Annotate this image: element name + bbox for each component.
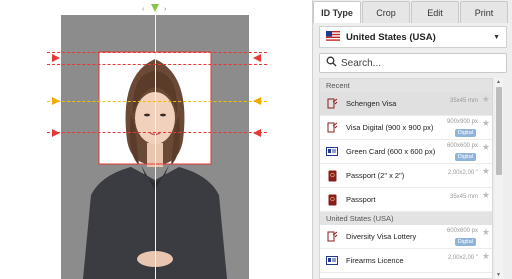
digital-badge: Digital (454, 153, 476, 161)
item-name: Firearms Licence (346, 256, 404, 265)
passport-stamp-icon (326, 122, 338, 134)
item-size: 600x600 px (446, 228, 478, 234)
country-dropdown[interactable]: United States (USA) ▼ (319, 26, 507, 48)
item-name: Diversity Visa Lottery (346, 232, 417, 241)
list-item-firearms-licence[interactable]: Firearms Licence 2,00x2,00 " ★ (320, 249, 492, 273)
right-chin-handle-icon[interactable] (251, 127, 263, 139)
list-item-schengen-visa[interactable]: Schengen Visa 35x45 mm ★ (320, 92, 492, 116)
us-flag-icon (326, 28, 340, 46)
top-crop-guide (47, 52, 267, 53)
list-item-visa-digital[interactable]: Visa Digital (900 x 900 px) 900x900 px D… (320, 116, 492, 140)
item-name: Green Card (600 x 600 px) (346, 147, 436, 156)
star-icon[interactable]: ★ (482, 227, 490, 238)
handle-right-arrow-icon: › (164, 6, 167, 13)
id-card-icon (326, 255, 338, 267)
passport-stamp-icon (326, 231, 338, 243)
scroll-down-icon[interactable]: ▼ (496, 272, 501, 278)
star-icon[interactable]: ★ (482, 94, 490, 105)
eye-line-guide (47, 101, 267, 102)
right-top-handle-icon[interactable] (251, 52, 263, 64)
tab-print[interactable]: Print (460, 1, 508, 23)
chin-guide (47, 132, 267, 133)
country-label: United States (USA) (346, 31, 436, 43)
list-item-passport-2x2[interactable]: Passport (2" x 2") 2,00x2,00 " ★ (320, 164, 492, 188)
digital-badge: Digital (454, 129, 476, 137)
passport-stamp-icon (326, 98, 338, 110)
list-item-green-card[interactable]: Green Card (600 x 600 px) 600x600 px Dig… (320, 140, 492, 164)
list-scrollbar[interactable]: ▲ ▼ (495, 78, 503, 279)
tab-edit[interactable]: Edit (411, 1, 459, 23)
passport-icon (326, 170, 338, 182)
right-eye-handle-icon[interactable] (251, 95, 263, 107)
star-icon[interactable]: ★ (482, 251, 490, 262)
item-size: 35x45 mm (449, 194, 478, 200)
star-icon[interactable]: ★ (482, 142, 490, 153)
photo-editor: ‹ › (0, 0, 312, 279)
app-window: ‹ › ID Type Crop Edit Print United State… (0, 0, 512, 279)
star-icon[interactable]: ★ (482, 166, 490, 177)
tab-id-type[interactable]: ID Type (313, 1, 361, 23)
section-header-usa: United States (USA) (320, 212, 492, 225)
left-eye-handle-icon[interactable] (50, 95, 62, 107)
left-chin-handle-icon[interactable] (50, 127, 62, 139)
crown-guide (47, 64, 267, 65)
item-size: 2,00x2,00 " (447, 255, 478, 261)
list-item-passport[interactable]: Passport 35x45 mm ★ (320, 188, 492, 212)
center-vertical-guide (155, 14, 156, 279)
passport-icon (326, 194, 338, 206)
side-panel: ID Type Crop Edit Print United States (U… (312, 0, 512, 279)
handle-left-arrow-icon: ‹ (142, 6, 145, 13)
item-name: Passport (2" x 2") (346, 171, 405, 180)
list-item-diversity-visa-lottery[interactable]: Diversity Visa Lottery 600x600 px Digita… (320, 225, 492, 249)
search-icon (326, 54, 337, 72)
star-icon[interactable]: ★ (482, 190, 490, 201)
tab-bar: ID Type Crop Edit Print (313, 1, 512, 23)
star-icon[interactable]: ★ (482, 118, 490, 129)
item-name: Visa Digital (900 x 900 px) (346, 123, 434, 132)
center-handle-icon[interactable] (149, 2, 161, 14)
item-size: 2,00x2,00 " (447, 170, 478, 176)
search-input[interactable] (341, 57, 501, 69)
tab-crop[interactable]: Crop (362, 1, 410, 23)
item-size: 35x45 mm (449, 98, 478, 104)
digital-badge: Digital (454, 238, 476, 246)
item-name: Schengen Visa (346, 99, 397, 108)
search-box[interactable] (319, 53, 507, 73)
item-name: Passport (346, 195, 376, 204)
item-size: 600x600 px (446, 143, 478, 149)
id-type-list: Recent Schengen Visa 35x45 mm ★ Visa Dig… (319, 78, 493, 279)
item-size: 900x900 px (446, 119, 478, 125)
section-header-recent: Recent (320, 79, 492, 92)
caret-down-icon: ▼ (493, 34, 500, 41)
scroll-thumb[interactable] (496, 87, 502, 175)
id-card-icon (326, 146, 338, 158)
left-top-handle-icon[interactable] (50, 52, 62, 64)
scroll-up-icon[interactable]: ▲ (496, 79, 501, 85)
